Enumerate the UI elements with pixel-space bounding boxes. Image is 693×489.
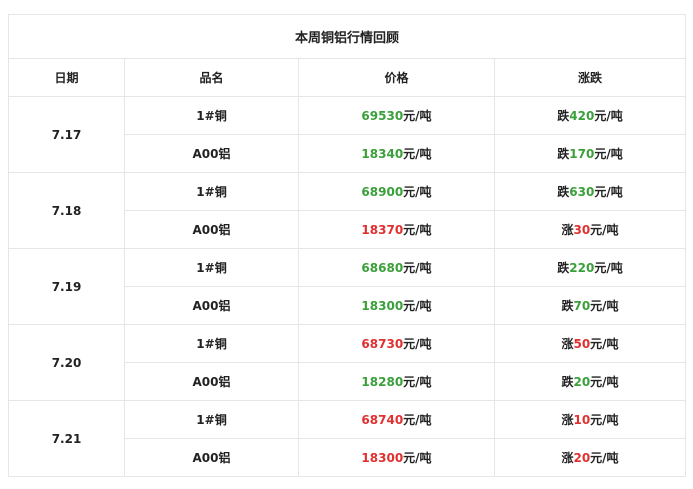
change-direction-word: 跌 [561, 375, 574, 389]
table-row: 7.21 1#铜 68740元/吨 涨10元/吨 [8, 400, 687, 477]
price-cell: 68740元/吨 [298, 400, 495, 439]
product-cell: 1#铜 [124, 324, 299, 363]
product-cell: A00铝 [124, 286, 299, 325]
product-cell: 1#铜 [124, 248, 299, 287]
price-unit: 元/吨 [403, 451, 432, 465]
header-change: 涨跌 [493, 58, 687, 97]
change-direction-word: 跌 [557, 185, 570, 199]
change-unit: 元/吨 [594, 147, 623, 161]
change-value: 170 [569, 147, 595, 161]
table-row: 7.17 1#铜 69530元/吨 跌420元/吨 [8, 96, 687, 173]
date-cell: 7.17 [8, 96, 125, 173]
change-value: 220 [569, 261, 595, 275]
change-value: 30 [573, 223, 591, 237]
change-direction-word: 跌 [557, 147, 570, 161]
product-cell: A00铝 [124, 134, 299, 173]
change-value: 70 [573, 299, 591, 313]
header-price: 价格 [298, 58, 495, 97]
price-unit: 元/吨 [403, 147, 432, 161]
change-value: 420 [569, 109, 595, 123]
change-unit: 元/吨 [590, 375, 619, 389]
change-unit: 元/吨 [594, 185, 623, 199]
price-unit: 元/吨 [403, 185, 432, 199]
product-cell: A00铝 [124, 362, 299, 401]
change-direction-word: 跌 [561, 299, 574, 313]
header-date: 日期 [8, 58, 125, 97]
price-value: 69530 [361, 109, 404, 123]
date-cell: 7.19 [8, 248, 125, 325]
change-unit: 元/吨 [594, 261, 623, 275]
date-cell: 7.20 [8, 324, 125, 401]
price-value: 68740 [361, 413, 404, 427]
change-cell: 跌170元/吨 [493, 134, 687, 173]
price-cell: 68730元/吨 [298, 324, 495, 363]
price-cell: 68900元/吨 [298, 172, 495, 211]
change-cell: 跌420元/吨 [493, 96, 687, 135]
change-unit: 元/吨 [590, 299, 619, 313]
price-cell: 18300元/吨 [298, 438, 495, 477]
change-direction-word: 跌 [557, 261, 570, 275]
price-unit: 元/吨 [403, 375, 432, 389]
change-direction-word: 涨 [561, 413, 574, 427]
price-cell: 18280元/吨 [298, 362, 495, 401]
product-cell: 1#铜 [124, 400, 299, 439]
price-unit: 元/吨 [403, 261, 432, 275]
change-direction-word: 涨 [561, 451, 574, 465]
change-unit: 元/吨 [594, 109, 623, 123]
header-row: 日期 品名 价格 涨跌 [8, 58, 687, 97]
price-value: 18300 [361, 451, 404, 465]
change-unit: 元/吨 [590, 413, 619, 427]
table-row: 7.20 1#铜 68730元/吨 涨50元/吨 [8, 324, 687, 401]
change-direction-word: 涨 [561, 223, 574, 237]
product-cell: 1#铜 [124, 96, 299, 135]
table-body: 7.17 1#铜 69530元/吨 跌420元/吨 A00铝 18340元/吨 跌170元/… [8, 96, 687, 477]
change-value: 50 [573, 337, 591, 351]
change-value: 20 [573, 375, 591, 389]
price-cell: 18300元/吨 [298, 286, 495, 325]
change-direction-word: 跌 [557, 109, 570, 123]
price-value: 68680 [361, 261, 404, 275]
date-cell: 7.21 [8, 400, 125, 477]
price-cell: 68680元/吨 [298, 248, 495, 287]
change-cell: 涨50元/吨 [493, 324, 687, 363]
change-value: 630 [569, 185, 595, 199]
table-row: 7.19 1#铜 68680元/吨 跌220元/吨 [8, 248, 687, 325]
price-unit: 元/吨 [403, 337, 432, 351]
change-cell: 涨20元/吨 [493, 438, 687, 477]
change-unit: 元/吨 [590, 337, 619, 351]
price-unit: 元/吨 [403, 223, 432, 237]
price-unit: 元/吨 [403, 413, 432, 427]
change-value: 20 [573, 451, 591, 465]
change-cell: 涨10元/吨 [493, 400, 687, 439]
price-value: 18340 [361, 147, 404, 161]
table-title: 本周铜铝行情回顾 [7, 14, 687, 59]
product-cell: 1#铜 [124, 172, 299, 211]
date-cell: 7.18 [8, 172, 125, 249]
price-cell: 69530元/吨 [298, 96, 495, 135]
price-value: 68730 [361, 337, 404, 351]
price-review-table: 本周铜铝行情回顾 日期 品名 价格 涨跌 7.17 1#铜 69530元/吨 跌420… [7, 14, 687, 477]
change-cell: 跌70元/吨 [493, 286, 687, 325]
change-direction-word: 涨 [561, 337, 574, 351]
table-row: 7.18 1#铜 68900元/吨 跌630元/吨 [8, 172, 687, 249]
price-unit: 元/吨 [403, 299, 432, 313]
header-product: 品名 [124, 58, 299, 97]
price-value: 18300 [361, 299, 404, 313]
change-value: 10 [573, 413, 591, 427]
product-cell: A00铝 [124, 210, 299, 249]
change-cell: 涨30元/吨 [493, 210, 687, 249]
change-unit: 元/吨 [590, 451, 619, 465]
product-cell: A00铝 [124, 438, 299, 477]
change-unit: 元/吨 [590, 223, 619, 237]
change-cell: 跌220元/吨 [493, 248, 687, 287]
change-cell: 跌630元/吨 [493, 172, 687, 211]
price-unit: 元/吨 [403, 109, 432, 123]
price-value: 68900 [361, 185, 404, 199]
price-review-table-container: 本周铜铝行情回顾 日期 品名 价格 涨跌 7.17 1#铜 69530元/吨 跌420… [7, 14, 687, 477]
price-value: 18370 [361, 223, 404, 237]
price-value: 18280 [361, 375, 404, 389]
price-cell: 18370元/吨 [298, 210, 495, 249]
price-cell: 18340元/吨 [298, 134, 495, 173]
change-cell: 跌20元/吨 [493, 362, 687, 401]
